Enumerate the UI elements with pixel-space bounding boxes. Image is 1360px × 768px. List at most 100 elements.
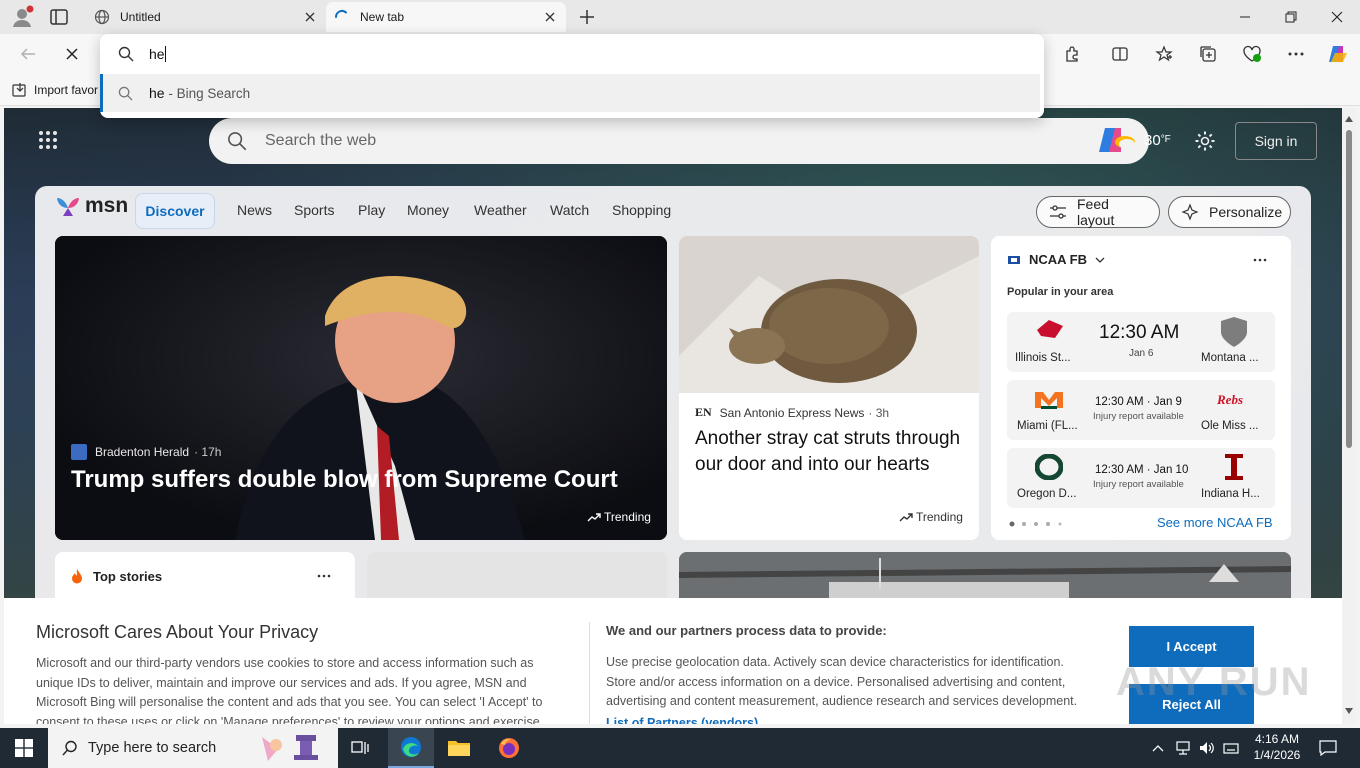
firefox-icon[interactable] <box>486 728 532 768</box>
taskbar-search-box[interactable]: Type here to search <box>48 728 338 768</box>
apps-launcher-icon[interactable] <box>38 130 58 150</box>
network-icon[interactable] <box>1172 728 1194 768</box>
page-scrollbar[interactable] <box>1342 108 1356 724</box>
extensions-icon[interactable] <box>1058 40 1086 68</box>
tab-new-tab[interactable]: New tab <box>326 2 566 32</box>
sign-in-button[interactable]: Sign in <box>1235 122 1317 160</box>
carousel-dots[interactable] <box>1009 521 1069 527</box>
cat-story-card[interactable]: EN San Antonio Express News · 3h Another… <box>679 236 979 540</box>
import-favorites-label: Import favor <box>34 83 99 97</box>
sports-subtitle: Popular in your area <box>1007 286 1114 298</box>
web-search-bar[interactable]: Search the web <box>209 118 1149 164</box>
privacy-right-body: Use precise geolocation data. Actively s… <box>606 655 1078 708</box>
see-more-link[interactable]: See more NCAA FB <box>1157 515 1273 530</box>
nav-discover[interactable]: Discover <box>135 193 215 229</box>
copilot-logo-icon[interactable] <box>1097 124 1137 156</box>
settings-gear-icon[interactable] <box>1194 130 1216 152</box>
scrollbar-thumb[interactable] <box>1346 130 1352 448</box>
tab-strip: Untitled New tab <box>0 0 1360 34</box>
msn-logo[interactable]: msn <box>55 194 128 218</box>
game-row[interactable]: Oregon D... 12:30 AM · Jan 10 Injury rep… <box>1007 448 1275 508</box>
chevron-down-icon <box>1095 257 1105 263</box>
hero-age: · 17h <box>194 445 222 459</box>
hero-story-card[interactable]: Bradenton Herald · 17h Trump suffers dou… <box>55 236 667 540</box>
import-favorites-link[interactable]: Import favor <box>12 82 98 98</box>
game-note: Injury report available <box>1093 479 1184 490</box>
home-team: Miami (FL... <box>1017 420 1078 432</box>
search-icon <box>118 46 134 62</box>
address-bar[interactable]: he <box>100 34 1044 74</box>
more-icon[interactable] <box>1253 258 1267 262</box>
hero-trending-badge: Trending <box>587 510 651 524</box>
address-input[interactable]: he <box>149 46 165 62</box>
chevron-up-icon[interactable] <box>1148 728 1168 768</box>
privacy-right-title: We and our partners process data to prov… <box>606 623 887 638</box>
hero-source-name: Bradenton Herald <box>95 445 190 459</box>
nav-weather[interactable]: Weather <box>474 202 527 218</box>
divider <box>589 622 590 724</box>
profile-icon[interactable] <box>10 5 34 29</box>
more-options-icon[interactable] <box>1282 40 1310 68</box>
restore-button[interactable] <box>1268 0 1314 34</box>
task-view-icon[interactable] <box>340 728 380 768</box>
watermark-text: ANY RUN <box>1116 660 1312 704</box>
source-logo-icon <box>71 444 87 460</box>
notifications-icon[interactable] <box>1310 728 1346 768</box>
feed-layout-label: Feed layout <box>1077 196 1115 228</box>
keyboard-icon[interactable] <box>1220 728 1242 768</box>
hero-title[interactable]: Trump suffers double blow from Supreme C… <box>71 466 631 494</box>
ncaa-icon <box>1007 253 1021 267</box>
taskbar-clock[interactable]: 4:16 AM 1/4/2026 <box>1250 731 1304 763</box>
nav-sports[interactable]: Sports <box>294 202 334 218</box>
scroll-up-icon[interactable] <box>1345 116 1353 122</box>
split-screen-icon[interactable] <box>1106 40 1134 68</box>
copilot-icon[interactable] <box>1324 40 1352 68</box>
svg-text:Rebs: Rebs <box>1216 392 1243 407</box>
privacy-body: Microsoft and our third-party vendors us… <box>36 656 543 724</box>
nav-play[interactable]: Play <box>358 202 385 218</box>
edge-taskbar-icon[interactable] <box>388 728 434 768</box>
nav-watch[interactable]: Watch <box>550 202 589 218</box>
minimize-button[interactable] <box>1222 0 1268 34</box>
nav-money[interactable]: Money <box>407 202 449 218</box>
scroll-down-icon[interactable] <box>1345 708 1353 714</box>
file-explorer-icon[interactable] <box>436 728 482 768</box>
stop-loading-icon[interactable] <box>58 40 86 68</box>
game-date: Jan 6 <box>1129 348 1154 359</box>
volume-icon[interactable] <box>1196 728 1218 768</box>
more-icon[interactable] <box>317 574 331 578</box>
windows-logo-icon <box>15 739 33 757</box>
story2-title[interactable]: Another stray cat struts through our doo… <box>695 426 967 478</box>
nav-news[interactable]: News <box>237 202 272 218</box>
game-row[interactable]: Miami (FL... 12:30 AM · Jan 9 Injury rep… <box>1007 380 1275 440</box>
start-button[interactable] <box>0 728 48 768</box>
suggestion-query: he <box>149 85 165 101</box>
search-icon <box>118 86 133 101</box>
personalize-button[interactable]: Personalize <box>1168 196 1291 228</box>
browser-essentials-icon[interactable] <box>1238 40 1266 68</box>
sports-card: NCAA FB Popular in your area Illinois St… <box>991 236 1291 540</box>
game-row[interactable]: Illinois St... 12:30 AM Jan 6 Montana ..… <box>1007 312 1275 372</box>
game-time: 12:30 AM · Jan 10 <box>1095 464 1189 476</box>
clock-time: 4:16 AM <box>1254 732 1300 746</box>
tab-untitled[interactable]: Untitled <box>86 2 326 32</box>
game-time: 12:30 AM <box>1099 322 1180 343</box>
partners-link[interactable]: List of Partners (vendors) <box>606 716 758 724</box>
tab-actions-icon[interactable] <box>50 9 68 25</box>
story2-source-name: San Antonio Express News <box>719 405 865 420</box>
close-window-button[interactable] <box>1314 0 1360 34</box>
feed-layout-button[interactable]: Feed layout <box>1036 196 1160 228</box>
close-icon[interactable] <box>302 9 318 25</box>
league-selector[interactable]: NCAA FB <box>1007 252 1105 267</box>
personalize-label: Personalize <box>1209 204 1283 220</box>
back-icon[interactable] <box>14 40 42 68</box>
new-tab-icon[interactable] <box>578 8 596 26</box>
text-caret <box>164 46 166 62</box>
collections-icon[interactable] <box>1194 40 1222 68</box>
favorites-icon[interactable] <box>1150 40 1178 68</box>
sparkle-icon <box>1181 203 1199 221</box>
close-icon[interactable] <box>542 9 558 25</box>
weather-temperature[interactable]: 30 °F <box>1144 132 1171 149</box>
suggestion-row[interactable]: he - Bing Search <box>100 74 1040 112</box>
nav-shopping[interactable]: Shopping <box>612 202 671 218</box>
